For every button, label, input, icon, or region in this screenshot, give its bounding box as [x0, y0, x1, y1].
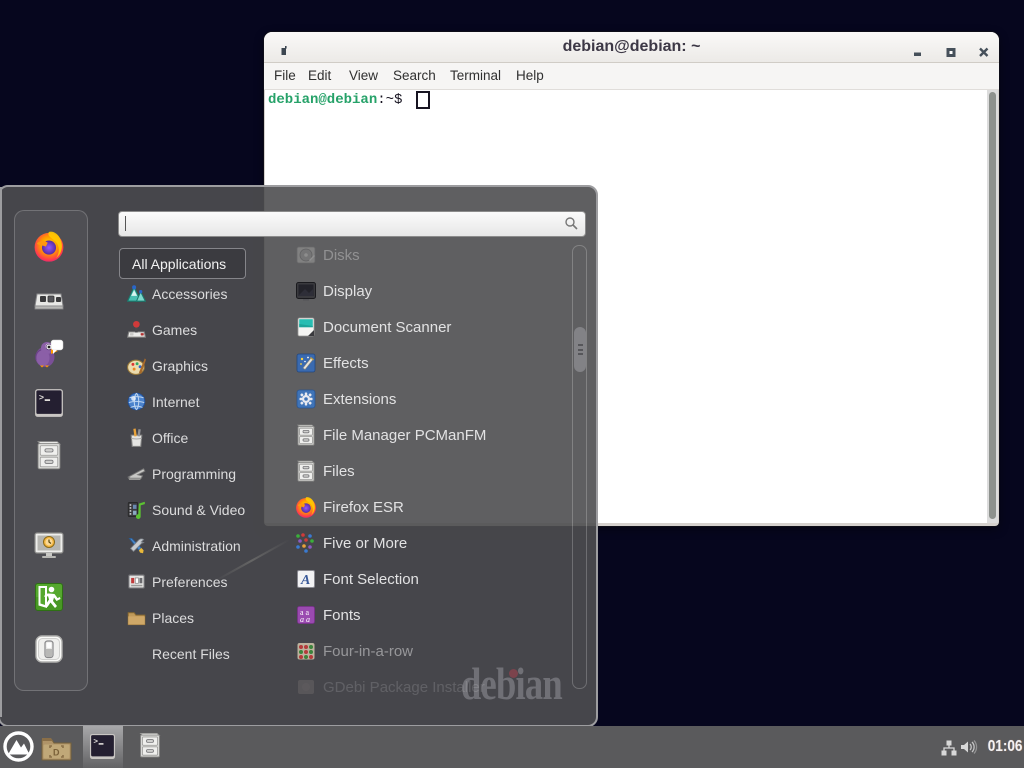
svg-text:D: D	[53, 748, 60, 758]
svg-text:>: >	[39, 393, 44, 403]
svg-text:a a: a a	[300, 615, 310, 624]
svg-text:A: A	[300, 573, 310, 588]
svg-text:>: >	[93, 739, 98, 747]
